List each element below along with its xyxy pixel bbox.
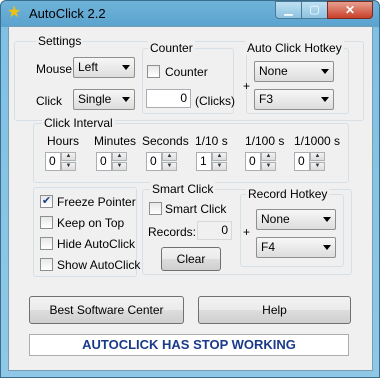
chevron-down-icon	[122, 65, 130, 70]
interval-label-minutes: Minutes	[94, 134, 137, 148]
record-hotkey-group-label: Record Hotkey	[246, 187, 330, 201]
auto-click-hotkey-group-label: Auto Click Hotkey	[245, 41, 344, 55]
minutes-spinner[interactable]: ▲ ▼	[112, 152, 127, 171]
tenths-input[interactable]: 1	[196, 152, 212, 171]
tenths-spinner[interactable]: ▲ ▼	[212, 152, 227, 171]
record-key-value: F4	[261, 240, 276, 254]
spin-down-icon[interactable]: ▼	[261, 162, 276, 171]
smart-click-checkbox[interactable]	[149, 202, 162, 215]
spin-down-icon[interactable]: ▼	[112, 162, 127, 171]
spin-up-icon[interactable]: ▲	[310, 152, 325, 161]
seconds-spinner[interactable]: ▲ ▼	[162, 152, 177, 171]
interval-label-thousandths: 1/1000 s	[294, 134, 341, 148]
settings-group-label: Settings	[36, 34, 84, 48]
click-interval-group-label: Click Interval	[42, 116, 115, 130]
show-autoclick-label: Show AutoClick	[57, 258, 141, 272]
click-label: Click	[36, 94, 62, 108]
minutes-input[interactable]: 0	[96, 152, 112, 171]
spin-down-icon[interactable]: ▼	[310, 162, 325, 171]
client-area: Settings Mouse Left Click Single Counter…	[8, 26, 373, 371]
help-button[interactable]: Help	[198, 296, 351, 324]
hide-autoclick-label: Hide AutoClick	[57, 237, 136, 251]
spin-down-icon[interactable]: ▼	[61, 162, 76, 171]
mouse-button-value: Left	[78, 60, 99, 74]
auto-click-modifier-select[interactable]: None	[254, 61, 334, 82]
interval-label-seconds: Seconds	[142, 134, 189, 148]
thousandths-spinner[interactable]: ▲ ▼	[310, 152, 325, 171]
hundredths-input[interactable]: 0	[245, 152, 261, 171]
interval-label-tenths: 1/10 s	[195, 134, 228, 148]
best-software-center-button[interactable]: Best Software Center	[29, 296, 184, 324]
mouse-label: Mouse	[36, 62, 73, 76]
auto-click-key-select[interactable]: F3	[254, 89, 334, 110]
keep-on-top-label: Keep on Top	[57, 216, 125, 230]
interval-label-hours: Hours	[47, 134, 80, 148]
star-app-icon: ★	[7, 4, 22, 21]
hours-input[interactable]: 0	[45, 152, 61, 171]
counter-checkbox[interactable]	[147, 65, 160, 78]
mouse-button-select[interactable]: Left	[73, 57, 135, 78]
spin-down-icon[interactable]: ▼	[212, 162, 227, 171]
status-message: AUTOCLICK HAS STOP WORKING	[29, 334, 349, 356]
thousandths-input[interactable]: 0	[294, 152, 310, 171]
smart-click-checkbox-label: Smart Click	[165, 202, 227, 216]
chevron-down-icon	[122, 97, 130, 102]
close-button[interactable]: ✕	[327, 1, 373, 19]
hours-spinner[interactable]: ▲ ▼	[61, 152, 76, 171]
interval-label-hundredths: 1/100 s	[245, 134, 285, 148]
hundredths-spinner[interactable]: ▲ ▼	[261, 152, 276, 171]
click-type-value: Single	[78, 92, 112, 106]
record-modifier-select[interactable]: None	[256, 209, 336, 230]
minimize-button[interactable]: ▁	[275, 1, 302, 19]
records-label: Records:	[148, 225, 197, 239]
click-type-select[interactable]: Single	[73, 89, 135, 110]
title-bar[interactable]: ★ AutoClick 2.2 ▁ ▢ ✕	[1, 1, 379, 25]
spin-up-icon[interactable]: ▲	[112, 152, 127, 161]
chevron-down-icon	[321, 69, 329, 74]
keep-on-top-checkbox[interactable]	[40, 216, 53, 229]
spin-up-icon[interactable]: ▲	[162, 152, 177, 161]
smart-click-group-label: Smart Click	[150, 182, 216, 196]
chevron-down-icon	[321, 97, 329, 102]
counter-group-label: Counter	[148, 41, 195, 55]
spin-up-icon[interactable]: ▲	[212, 152, 227, 161]
auto-click-key-value: F3	[259, 92, 274, 106]
record-modifier-value: None	[261, 212, 290, 226]
autoclick-window: ★ AutoClick 2.2 ▁ ▢ ✕ Settings Mouse Lef…	[0, 0, 380, 378]
records-count: 0	[197, 221, 232, 240]
freeze-pointer-label: Freeze Pointer	[57, 195, 136, 209]
chevron-down-icon	[323, 245, 331, 250]
seconds-input[interactable]: 0	[146, 152, 162, 171]
clear-button[interactable]: Clear	[161, 247, 221, 271]
freeze-pointer-checkbox[interactable]: ✔	[40, 195, 53, 208]
counter-clicks-input[interactable]: 0	[146, 89, 191, 108]
spin-up-icon[interactable]: ▲	[61, 152, 76, 161]
hide-autoclick-checkbox[interactable]	[40, 237, 53, 250]
spin-up-icon[interactable]: ▲	[261, 152, 276, 161]
auto-click-modifier-value: None	[259, 64, 288, 78]
counter-unit-label: (Clicks)	[195, 94, 235, 108]
show-autoclick-checkbox[interactable]	[40, 258, 53, 271]
chevron-down-icon	[323, 217, 331, 222]
counter-checkbox-label: Counter	[165, 65, 208, 79]
record-key-select[interactable]: F4	[256, 237, 336, 258]
maximize-button[interactable]: ▢	[301, 1, 328, 19]
spin-down-icon[interactable]: ▼	[162, 162, 177, 171]
record-plus-label: +	[243, 225, 251, 239]
auto-click-plus-label: +	[243, 79, 251, 93]
window-title: AutoClick 2.2	[29, 6, 106, 21]
